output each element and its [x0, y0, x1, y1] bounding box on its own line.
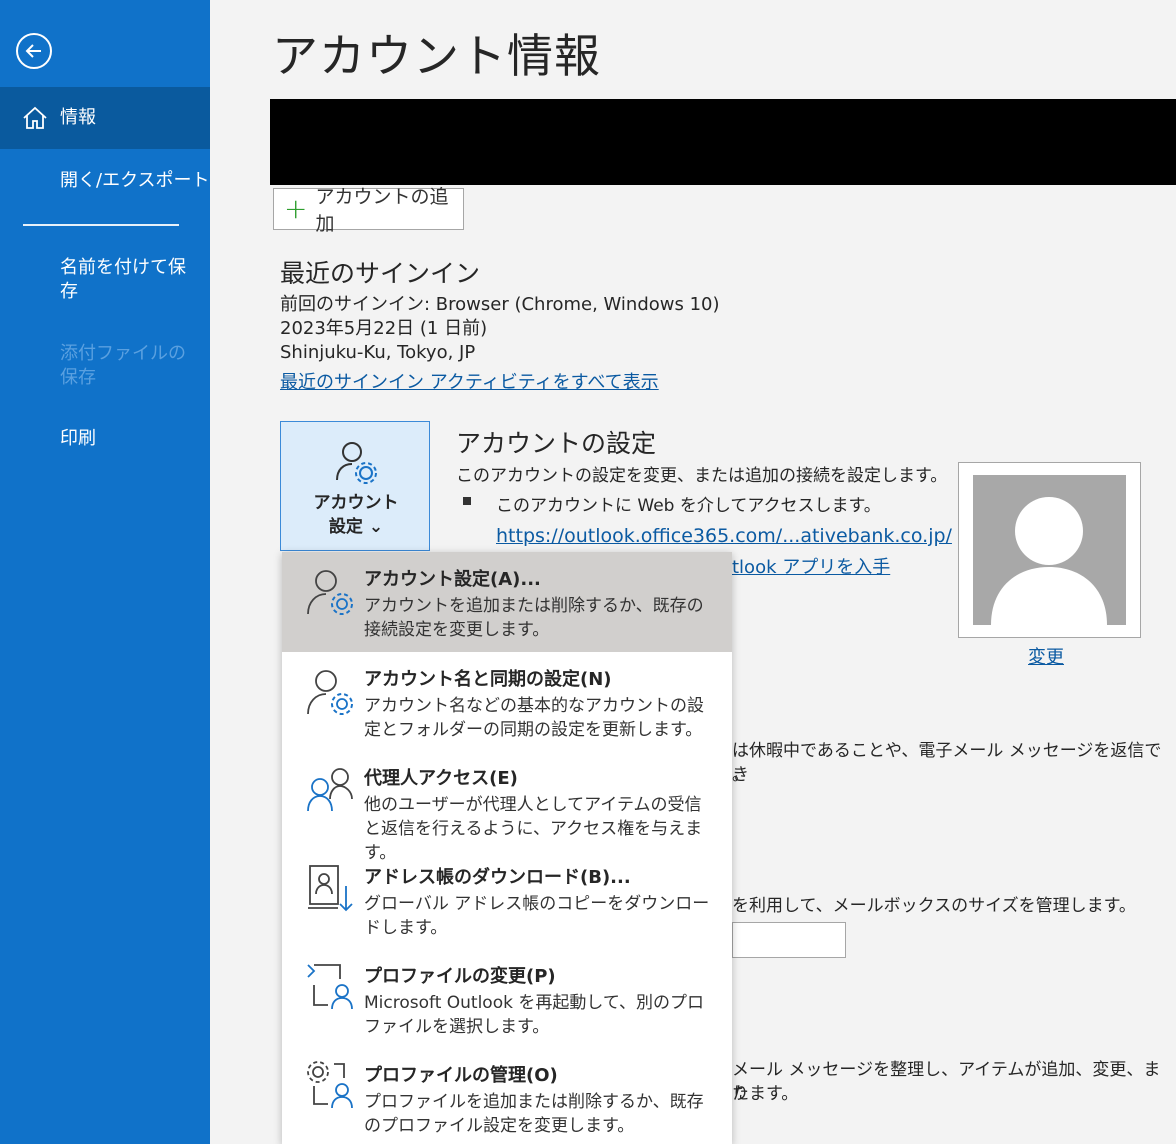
rules-desc-2: ります。: [732, 1084, 799, 1104]
menu-item-desc: アカウント名などの基本的なアカウントの設定とフォルダーの同期の設定を更新します。: [364, 696, 704, 740]
page-title: アカウント情報: [272, 29, 601, 83]
backstage-sidebar: 情報 開く/エクスポート 名前を付けて保存 添付ファイルの保存 印刷: [0, 0, 210, 1144]
account-settings-desc: このアカウントの設定を変更、または追加の接続を設定します。: [456, 466, 948, 486]
account-settings-label-1: アカウント: [313, 493, 399, 513]
menu-item-title: プロファイルの管理(O): [364, 1065, 558, 1086]
back-button[interactable]: [16, 33, 52, 69]
sidebar-item-info[interactable]: 情報: [0, 87, 210, 149]
back-arrow-icon: [25, 44, 41, 58]
menu-item-title: アドレス帳のダウンロード(B)...: [364, 867, 631, 888]
change-photo-link[interactable]: 変更: [1028, 646, 1064, 670]
menu-item-desc: グローバル アドレス帳のコピーをダウンロードします。: [364, 894, 710, 938]
user-silhouette-icon: [991, 497, 1107, 625]
rules-desc-1: メール メッセージを整理し、アイテムが追加、変更、また: [732, 1060, 1161, 1104]
outlook-app-link[interactable]: tlook アプリを入手: [732, 556, 890, 580]
menu-item-desc: プロファイルを追加または削除するか、既存のプロファイル設定を変更します。: [364, 1092, 704, 1136]
auto-reply-desc-1: は休暇中であることや、電子メール メッセージを返信でき: [732, 741, 1162, 785]
sidebar-item-label: 情報: [60, 107, 96, 128]
menu-item-account-name-sync[interactable]: アカウント名と同期の設定(N) アカウント名などの基本的なアカウントの設定とフォ…: [282, 652, 732, 751]
account-settings-title: アカウントの設定: [456, 429, 657, 458]
menu-item-desc: アカウントを追加または削除するか、既存の接続設定を変更します。: [364, 596, 704, 640]
add-account-label: アカウントの追加: [315, 186, 449, 235]
menu-item-title: アカウント名と同期の設定(N): [364, 669, 612, 690]
menu-item-address-book-download[interactable]: アドレス帳のダウンロード(B)... グローバル アドレス帳のコピーをダウンロー…: [282, 850, 732, 949]
mailbox-size-bar: [732, 922, 846, 958]
account-settings-icon: [307, 570, 353, 615]
account-settings-label-2: 設定 ⌄: [328, 517, 384, 537]
menu-item-account-settings[interactable]: アカウント設定(A)... アカウントを追加または削除するか、既存の接続設定を変…: [282, 552, 732, 652]
mailbox-cleanup-desc: を利用して、メールボックスのサイズを管理します。: [732, 896, 1136, 916]
sidebar-item-save-attachments: 添付ファイルの保存: [60, 343, 186, 388]
recent-signin-line2: 2023年5月22日 (1 日前): [280, 318, 488, 339]
profile-photo-frame: [958, 462, 1141, 638]
menu-item-delegate-access[interactable]: 代理人アクセス(E) 他のユーザーが代理人としてアイテムの受信と返信を行えるよう…: [282, 751, 732, 863]
web-access-text: このアカウントに Web を介してアクセスします。: [496, 496, 881, 516]
add-account-button[interactable]: + アカウントの追加: [273, 186, 464, 235]
account-sync-icon: [307, 670, 353, 715]
recent-signin-title: 最近のサインイン: [280, 259, 481, 288]
menu-item-title: プロファイルの変更(P): [364, 966, 556, 987]
address-book-download-icon: [308, 865, 353, 912]
menu-item-manage-profiles[interactable]: プロファイルの管理(O) プロファイルを追加または削除するか、既存のプロファイル…: [282, 1048, 732, 1144]
delegate-icon: [307, 768, 353, 812]
menu-item-desc: Microsoft Outlook を再起動して、別のプロファイルを選択します。: [364, 993, 705, 1037]
menu-item-title: 代理人アクセス(E): [364, 768, 518, 789]
menu-item-change-profile[interactable]: プロファイルの変更(P) Microsoft Outlook を再起動して、別の…: [282, 949, 732, 1048]
sidebar-item-print[interactable]: 印刷: [0, 427, 210, 451]
recent-signin-activity-link[interactable]: 最近のサインイン アクティビティをすべて表示: [280, 371, 659, 395]
change-profile-icon: [307, 964, 353, 1010]
manage-profile-icon: [307, 1061, 353, 1109]
recent-signin-line1: 前回のサインイン: Browser (Chrome, Windows 10): [280, 294, 720, 315]
redacted-account-area: [270, 99, 1176, 185]
account-settings-icon: [336, 442, 377, 484]
bullet-icon: [463, 497, 471, 505]
menu-item-title: アカウント設定(A)...: [364, 569, 541, 590]
auto-reply-desc-2: 。: [732, 765, 749, 785]
outlook-web-url-link[interactable]: https://outlook.office365.com/...ativeba…: [496, 524, 952, 548]
sidebar-divider: [23, 224, 179, 226]
sidebar-item-open-export[interactable]: 開く/エクスポート: [0, 169, 210, 193]
home-icon: [23, 106, 47, 129]
account-settings-button[interactable]: アカウント 設定 ⌄: [280, 421, 430, 551]
sidebar-item-save-as[interactable]: 名前を付けて保存: [0, 256, 210, 304]
plus-icon: +: [284, 192, 308, 225]
account-settings-dropdown: アカウント設定(A)... アカウントを追加または削除するか、既存の接続設定を変…: [282, 552, 732, 1144]
recent-signin-line3: Shinjuku-Ku, Tokyo, JP: [280, 342, 476, 363]
profile-photo: [973, 475, 1126, 625]
